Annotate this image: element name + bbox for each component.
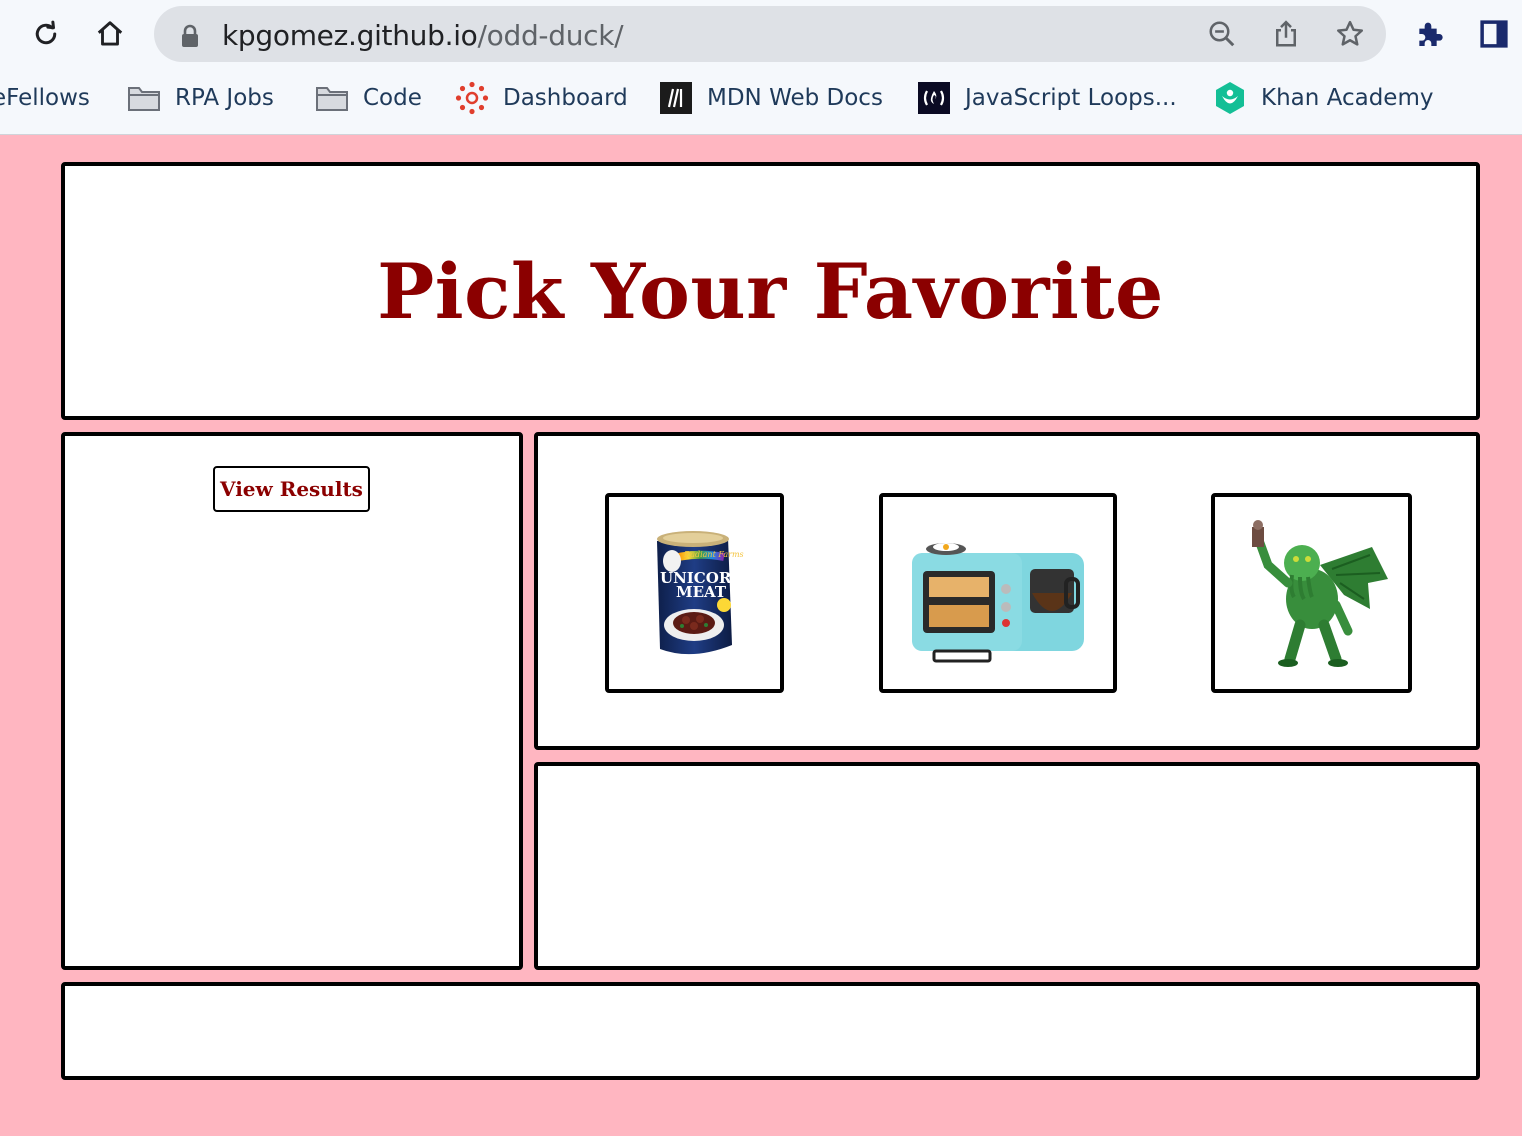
bookmark-label: eFellows xyxy=(0,85,90,111)
bookmark-dashboard[interactable]: Dashboard xyxy=(455,76,628,120)
bookmark-label: Khan Academy xyxy=(1261,85,1434,111)
bookmark-efellows[interactable]: eFellows xyxy=(0,76,90,120)
reload-icon[interactable] xyxy=(26,14,66,54)
bookmark-mdn[interactable]: MDN Web Docs xyxy=(659,76,883,120)
page-title: Pick Your Favorite xyxy=(377,246,1164,336)
breakfast-station-image xyxy=(912,543,1084,663)
bookmark-label: Code xyxy=(363,85,422,111)
product-image-unicorn-meat[interactable]: Radiant Farms UNICORN MEAT xyxy=(605,493,784,693)
canvas-icon xyxy=(455,81,489,115)
results-sidebar: View Results xyxy=(61,432,523,970)
lock-icon[interactable] xyxy=(180,24,200,53)
product-images-panel: Radiant Farms UNICORN MEAT xyxy=(534,432,1480,750)
bookmark-label: Dashboard xyxy=(503,85,628,111)
folder-icon xyxy=(127,81,161,115)
view-results-button[interactable]: View Results xyxy=(213,466,370,512)
url-text[interactable]: kpgomez.github.io/odd-duck/ xyxy=(222,19,624,52)
bookmark-khan-academy[interactable]: Khan Academy xyxy=(1213,76,1433,120)
results-list-panel xyxy=(534,762,1480,970)
bookmark-star-icon[interactable] xyxy=(1334,18,1366,50)
folder-icon xyxy=(315,81,349,115)
footer-panel xyxy=(61,982,1480,1080)
bookmark-rpa-jobs[interactable]: RPA Jobs xyxy=(127,76,274,120)
khan-academy-icon xyxy=(1213,81,1247,115)
cthulhu-figure-image xyxy=(1251,520,1388,667)
freecodecamp-icon xyxy=(917,81,951,115)
product-image-breakfast-station[interactable] xyxy=(879,493,1117,693)
bookmark-label: RPA Jobs xyxy=(175,85,274,111)
browser-toolbar: kpgomez.github.io/odd-duck/ xyxy=(0,0,1522,70)
product-image-cthulhu[interactable] xyxy=(1211,493,1412,693)
mdn-icon xyxy=(659,81,693,115)
url-path: /odd-duck/ xyxy=(477,19,624,52)
home-icon[interactable] xyxy=(90,14,130,54)
can-brand-text: Radiant Farms xyxy=(683,550,744,559)
browser-chrome: kpgomez.github.io/odd-duck/ eFellows RPA… xyxy=(0,0,1522,135)
bookmark-javascript-loops[interactable]: JavaScript Loops... xyxy=(917,76,1177,120)
bookmarks-bar: eFellows RPA Jobs Code Dashboard MDN Web… xyxy=(0,76,1522,120)
bookmark-label: JavaScript Loops... xyxy=(965,85,1177,111)
extensions-icon[interactable] xyxy=(1410,14,1450,54)
bookmark-code[interactable]: Code xyxy=(315,76,422,120)
bookmark-label: MDN Web Docs xyxy=(707,85,883,111)
side-panel-icon[interactable] xyxy=(1474,14,1514,54)
unicorn-meat-can-image: Radiant Farms UNICORN MEAT xyxy=(656,531,745,655)
url-host: kpgomez.github.io xyxy=(222,19,478,52)
address-bar[interactable]: kpgomez.github.io/odd-duck/ xyxy=(154,6,1386,62)
share-icon[interactable] xyxy=(1270,18,1302,50)
can-text-2: MEAT xyxy=(676,583,727,601)
header-panel: Pick Your Favorite xyxy=(61,162,1480,420)
zoom-out-icon[interactable] xyxy=(1206,18,1238,50)
